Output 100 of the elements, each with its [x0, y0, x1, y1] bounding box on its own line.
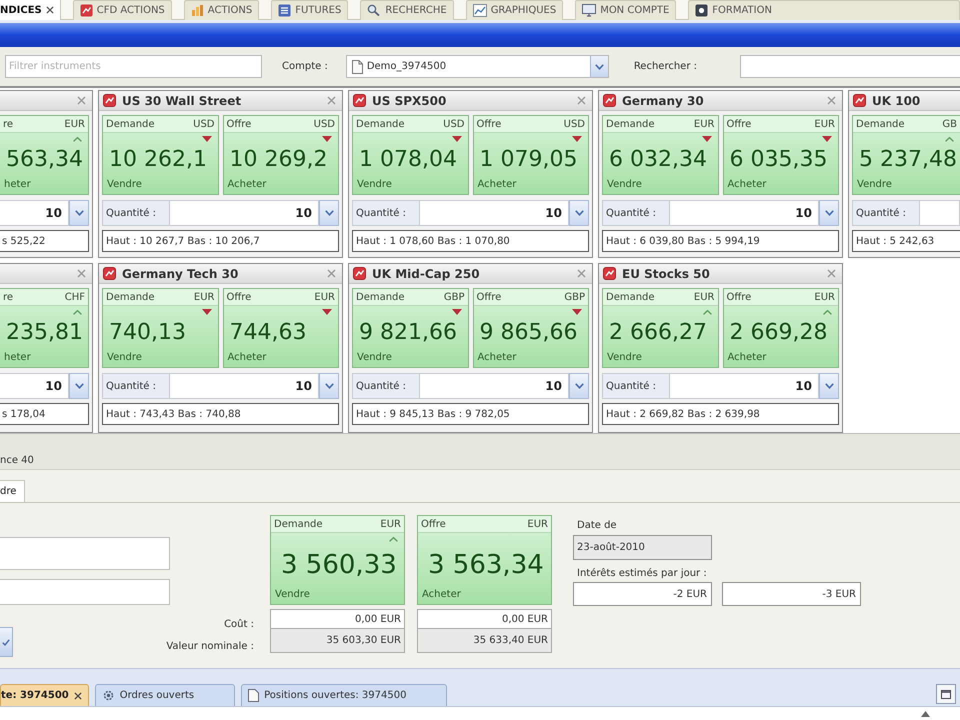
- price-value: 6 032,34: [608, 146, 707, 172]
- high-low-readout: Haut : 5 242,63: [852, 230, 960, 252]
- currency-label: EUR: [694, 290, 714, 304]
- quote-label: Offre: [476, 118, 502, 132]
- price-tile[interactable]: Offre EUR 744,63 Acheter: [222, 288, 339, 368]
- bottom-tab[interactable]: Positions ouvertes: 3974500: [241, 684, 448, 706]
- currency-label: EUR: [814, 118, 835, 132]
- top-tab[interactable]: FUTURES: [271, 0, 348, 20]
- top-tab[interactable]: RECHERCHE: [360, 0, 454, 20]
- price-tile[interactable]: Offre GBP 9 865,66 Acheter: [472, 288, 589, 368]
- quote-label: Offre: [726, 118, 752, 132]
- quote-label: re: [3, 290, 14, 304]
- card-title: US SPX500: [372, 92, 448, 110]
- close-icon[interactable]: [74, 692, 82, 700]
- price-tile[interactable]: Offre EUR 2 669,28 Acheter: [722, 288, 839, 368]
- cost-field: 0,00 EUR: [417, 609, 552, 629]
- quantity-field[interactable]: 10: [670, 373, 819, 399]
- price-tile[interactable]: re CHF 235,81 heter: [0, 288, 89, 368]
- close-icon[interactable]: [46, 6, 54, 14]
- dropdown-button[interactable]: [319, 200, 339, 226]
- quantity-field[interactable]: [920, 200, 960, 226]
- dropdown-button[interactable]: [319, 373, 339, 399]
- price-tile[interactable]: Offre EUR 6 035,35 Acheter: [722, 115, 839, 195]
- bottom-tab[interactable]: Ordres ouverts: [94, 684, 236, 706]
- price-tile[interactable]: Offre USD 10 269,2 Acheter: [222, 115, 339, 195]
- quote-label: Demande: [274, 518, 323, 532]
- quantity-label: Quantité :: [352, 373, 420, 399]
- action-label: Acheter: [226, 178, 268, 192]
- list-icon: [278, 4, 292, 17]
- square-logo-icon: [603, 94, 616, 107]
- price-tile[interactable]: Demande EUR 6 032,34 Vendre: [602, 115, 718, 195]
- input-field[interactable]: [0, 537, 170, 570]
- currency-label: USD: [443, 118, 464, 132]
- price-value: 6 035,35: [728, 146, 828, 172]
- restore-button[interactable]: [936, 684, 956, 704]
- monitor-icon: [582, 4, 596, 17]
- account-label: Compte :: [282, 60, 328, 74]
- price-value: 1 079,05: [478, 146, 578, 172]
- dropdown-button[interactable]: [819, 200, 839, 226]
- price-tile[interactable]: Demande USD 1 078,04 Vendre: [352, 115, 468, 195]
- price-tile[interactable]: Offre EUR 3 563,34 Acheter: [417, 515, 552, 605]
- currency-label: USD: [564, 118, 585, 132]
- quote-label: Offre: [726, 290, 752, 304]
- dropdown-button[interactable]: [819, 373, 839, 399]
- date-field[interactable]: 23-août-2010: [573, 535, 712, 560]
- window-icon: [941, 690, 951, 698]
- quote-label: Demande: [356, 118, 405, 132]
- currency-label: USD: [193, 118, 214, 132]
- input-field[interactable]: [0, 579, 170, 605]
- top-tab[interactable]: FORMATION: [688, 0, 960, 20]
- quantity-field[interactable]: 10: [420, 373, 569, 399]
- dropdown-button[interactable]: [69, 200, 89, 226]
- action-label: Acheter: [421, 588, 462, 602]
- top-tab[interactable]: NDICES: [0, 0, 61, 20]
- price-value: 5 237,48: [858, 146, 957, 172]
- high-low-readout: Haut : 10 267,7 Bas : 10 206,7: [102, 230, 339, 252]
- high-low-readout: Haut : 743,43 Bas : 740,88: [102, 403, 339, 425]
- quantity-field[interactable]: 10: [170, 200, 319, 226]
- action-label: Vendre: [106, 178, 143, 192]
- date-label: Date de: [576, 519, 618, 533]
- price-tile[interactable]: Demande USD 10 262,1 Vendre: [102, 115, 218, 195]
- dropdown-button[interactable]: [590, 56, 608, 77]
- action-label: heter: [3, 351, 32, 365]
- top-tab[interactable]: ACTIONS: [184, 0, 260, 20]
- price-tile[interactable]: Demande EUR 2 666,27 Vendre: [602, 288, 718, 368]
- price-tile[interactable]: Demande EUR 740,13 Vendre: [102, 288, 218, 368]
- account-dropdown[interactable]: Demo_3974500: [346, 55, 609, 78]
- quote-label: Demande: [106, 290, 155, 304]
- price-tile[interactable]: Offre USD 1 079,05 Acheter: [472, 115, 589, 195]
- action-label: Vendre: [106, 351, 143, 365]
- top-tab[interactable]: CFD ACTIONS: [72, 0, 172, 20]
- dropdown-button[interactable]: [69, 373, 89, 399]
- quantity-field[interactable]: 10: [670, 200, 819, 226]
- notional-field: 35 603,30 EUR: [270, 629, 405, 653]
- quantity-field[interactable]: 10: [170, 373, 319, 399]
- quantity-label: Quantité :: [102, 200, 170, 226]
- top-tab[interactable]: MON COMPTE: [575, 0, 676, 20]
- up-arrow-icon[interactable]: [921, 710, 930, 716]
- find-field[interactable]: [740, 55, 960, 78]
- dropdown-button[interactable]: [569, 373, 589, 399]
- chevron-down-icon: [324, 383, 334, 389]
- price-tile[interactable]: Demande EUR 3 560,33 Vendre: [270, 515, 405, 605]
- order-tab[interactable]: dre: [0, 480, 26, 502]
- quantity-field[interactable]: 10: [0, 373, 69, 399]
- quantity-label: Quantité :: [852, 200, 920, 226]
- card-title: US 30 Wall Street: [122, 92, 242, 110]
- price-tile[interactable]: re EUR 563,34 heter: [0, 115, 89, 195]
- square-logo-icon: [353, 267, 366, 280]
- bottom-tab[interactable]: te: 3974500: [0, 684, 89, 706]
- high-low-readout: Haut : 6 039,80 Bas : 5 994,19: [602, 230, 839, 252]
- cost-field: 0,00 EUR: [270, 609, 405, 629]
- top-tab[interactable]: GRAPHIQUES: [466, 0, 564, 20]
- find-label: Rechercher :: [634, 60, 697, 74]
- check-button[interactable]: [0, 627, 13, 657]
- dropdown-button[interactable]: [569, 200, 589, 226]
- quantity-field[interactable]: 10: [420, 200, 569, 226]
- price-tile[interactable]: Demande GBP 9 821,66 Vendre: [352, 288, 468, 368]
- price-tile[interactable]: Demande GB 5 237,48 Vendre: [852, 115, 960, 195]
- quantity-field[interactable]: 10: [0, 200, 69, 226]
- currency-label: EUR: [64, 118, 85, 132]
